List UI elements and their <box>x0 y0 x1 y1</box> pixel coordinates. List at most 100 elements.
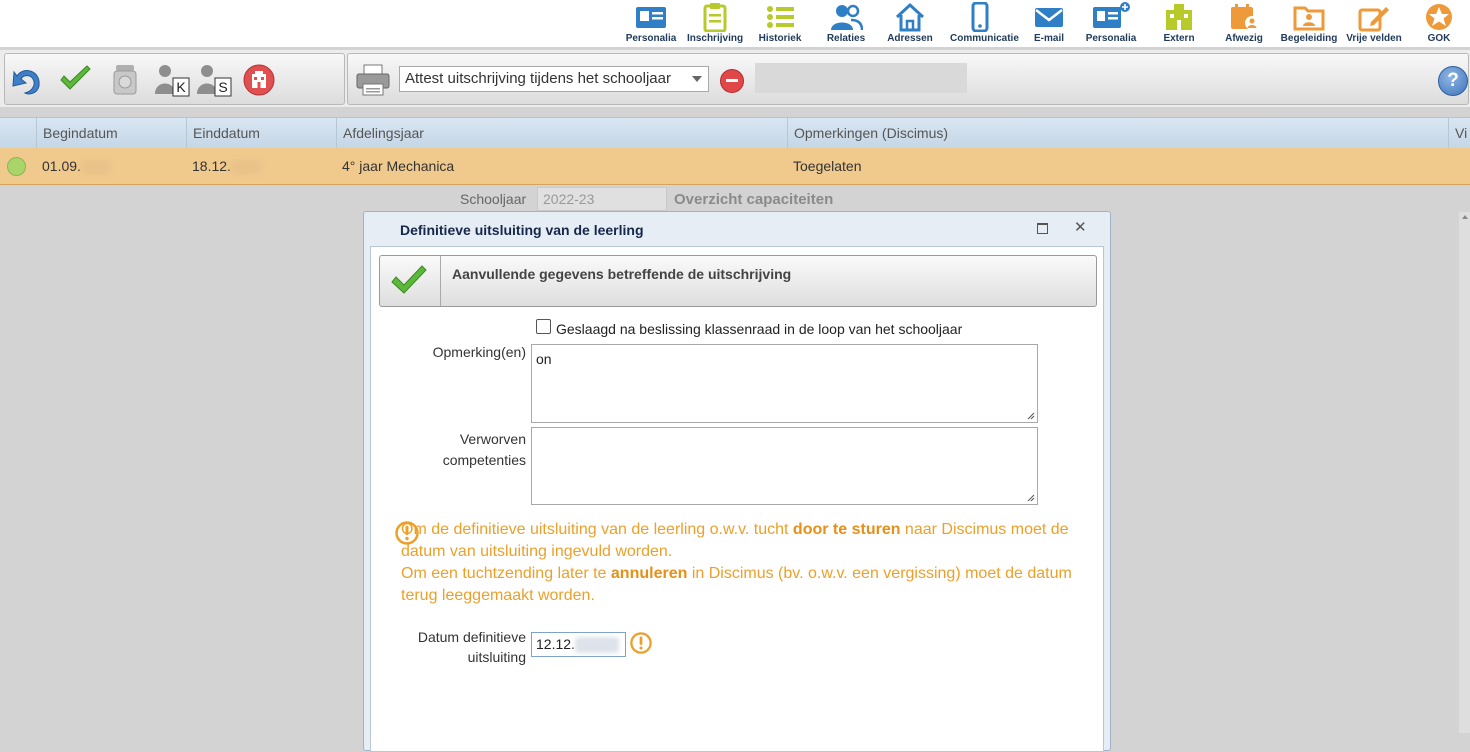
remove-button[interactable] <box>720 69 744 93</box>
redacted-year <box>80 160 111 175</box>
people-icon <box>831 4 863 31</box>
begindatum-value: 01.09. <box>42 158 81 174</box>
dialog-title: Definitieve uitsluiting van de leerling <box>400 222 644 238</box>
nav-label: GOK <box>1427 33 1451 44</box>
clipboard-icon <box>703 3 727 32</box>
top-navigation: Personalia Inschrijving Historiek Relati… <box>0 0 1470 47</box>
nav-begeleiding[interactable]: Begeleiding <box>1279 2 1339 44</box>
chevron-down-icon <box>692 76 702 82</box>
list-icon <box>767 6 794 28</box>
nav-adressen[interactable]: Adressen <box>880 2 940 44</box>
nav-personalia[interactable]: Personalia <box>621 2 681 44</box>
calendar-person-icon <box>1231 4 1259 30</box>
col-einddatum[interactable]: Einddatum <box>186 118 336 148</box>
person-k-button[interactable]: K <box>153 62 193 97</box>
nav-label: Inschrijving <box>686 33 744 44</box>
resize-grip-icon[interactable] <box>1026 411 1035 420</box>
resize-grip-icon[interactable] <box>1026 493 1035 502</box>
nav-historiek[interactable]: Historiek <box>750 2 810 44</box>
page-scrollbar[interactable] <box>1459 212 1470 733</box>
table-row[interactable]: 01.09. 18.12. 4° jaar Mechanica Toegelat… <box>0 148 1470 185</box>
scroll-up-icon[interactable] <box>1462 215 1468 219</box>
nav-label: Relaties <box>826 33 866 44</box>
col-afdelingsjaar[interactable]: Afdelingsjaar <box>336 118 787 148</box>
opmerkingen-label: Opmerking(en) <box>432 344 526 360</box>
school-button[interactable] <box>241 62 275 96</box>
redacted-year <box>574 637 619 654</box>
geslaagd-checkbox[interactable] <box>536 319 551 334</box>
person-s-button[interactable]: S <box>195 62 235 97</box>
nav-personalia-extra[interactable]: Personalia <box>1081 2 1141 44</box>
help-button[interactable]: ? <box>1438 66 1468 96</box>
warning-text: Om de definitieve uitsluiting van de lee… <box>401 521 793 538</box>
house-icon <box>895 2 925 32</box>
nav-label: E-mail <box>1033 33 1064 44</box>
checkmark-icon <box>60 65 91 90</box>
warning-text: Om een tuchtzending later te <box>401 565 611 582</box>
nav-gok[interactable]: GOK <box>1409 2 1469 44</box>
competenties-textarea[interactable] <box>531 427 1038 505</box>
opmerkingen-value: on <box>536 351 552 367</box>
grid-header: Begindatum Einddatum Afdelingsjaar Opmer… <box>0 117 1470 149</box>
opmerkingen-textarea[interactable]: on <box>531 344 1038 423</box>
nav-email[interactable]: E-mail <box>1019 2 1079 44</box>
datum-uitsluiting-input[interactable]: 12.12. <box>531 632 626 657</box>
competenties-label: Verworven competenties <box>391 429 526 471</box>
competenties-label-line2: competenties <box>442 452 526 468</box>
nav-afwezig[interactable]: Afwezig <box>1214 2 1274 44</box>
col-begindatum[interactable]: Begindatum <box>36 118 186 148</box>
folder-person-icon <box>1293 6 1325 31</box>
school-building-icon <box>243 64 275 96</box>
competenties-label-line1: Verworven <box>459 431 526 447</box>
warning-emphasis: door te sturen <box>792 521 901 538</box>
nav-vrije-velden[interactable]: Vrije velden <box>1344 2 1404 44</box>
status-indicator <box>7 157 26 176</box>
maximize-icon[interactable] <box>1037 223 1048 234</box>
nav-inschrijving[interactable]: Inschrijving <box>685 2 745 44</box>
toolbar: K S ? <box>0 50 1470 107</box>
tucht-warning-text: Om de definitieve uitsluiting van de lee… <box>401 519 1081 607</box>
envelope-icon <box>1035 8 1063 27</box>
nav-label: Personalia <box>1085 33 1137 44</box>
warning-emphasis: annuleren <box>610 565 688 582</box>
minus-icon <box>726 79 738 82</box>
undo-button[interactable] <box>9 62 43 96</box>
person-k-icon: K <box>155 65 190 97</box>
overzicht-capaciteiten-link[interactable]: Overzicht capaciteiten <box>674 191 833 208</box>
printer-icon <box>356 64 390 96</box>
section-confirm-button[interactable] <box>380 256 441 306</box>
confirm-button[interactable] <box>57 62 91 96</box>
phone-icon <box>971 2 989 32</box>
col-opmerkingen[interactable]: Opmerkingen (Discimus) <box>787 118 1448 148</box>
col-vi[interactable]: Vi <box>1448 118 1470 148</box>
nav-label: Extern <box>1163 33 1195 44</box>
close-icon[interactable]: ✕ <box>1074 218 1087 236</box>
section-title: Aanvullende gegevens betreffende de uits… <box>452 266 792 282</box>
section-header: Aanvullende gegevens betreffende de uits… <box>379 255 1097 307</box>
attest-select[interactable]: Attest uitschrijving tijdens het schoolj… <box>399 66 709 92</box>
blurred-field <box>755 63 967 93</box>
cell-einddatum: 18.12. <box>186 148 336 184</box>
nav-communicatie[interactable]: Communicatie <box>950 2 1019 44</box>
undo-arrow-icon <box>12 70 40 95</box>
id-card-icon <box>636 7 666 28</box>
k-label: K <box>176 79 186 95</box>
toolbar-actions-group: K S <box>4 53 345 105</box>
datum-label-line1: Datum definitieve <box>417 629 526 645</box>
redacted-year <box>230 160 261 175</box>
cell-opmerkingen: Toegelaten <box>793 158 862 174</box>
einddatum-value: 18.12. <box>192 158 231 174</box>
schooljaar-input[interactable]: 2022-23 <box>537 187 667 211</box>
datum-label: Datum definitieve uitsluiting <box>391 627 526 667</box>
question-mark-icon: ? <box>1447 70 1459 91</box>
archive-button[interactable] <box>107 62 141 96</box>
attest-select-value: Attest uitschrijving tijdens het schoolj… <box>405 70 671 87</box>
print-button[interactable] <box>354 62 392 96</box>
geslaagd-checkbox-label: Geslaagd na beslissing klassenraad in de… <box>556 321 963 337</box>
building-icon <box>1166 4 1192 30</box>
nav-label: Communicatie <box>950 33 1019 44</box>
nav-extern[interactable]: Extern <box>1149 2 1209 44</box>
nav-relaties[interactable]: Relaties <box>816 2 876 44</box>
schooljaar-label: Schooljaar <box>460 191 527 207</box>
nav-label: Adressen <box>887 33 933 44</box>
